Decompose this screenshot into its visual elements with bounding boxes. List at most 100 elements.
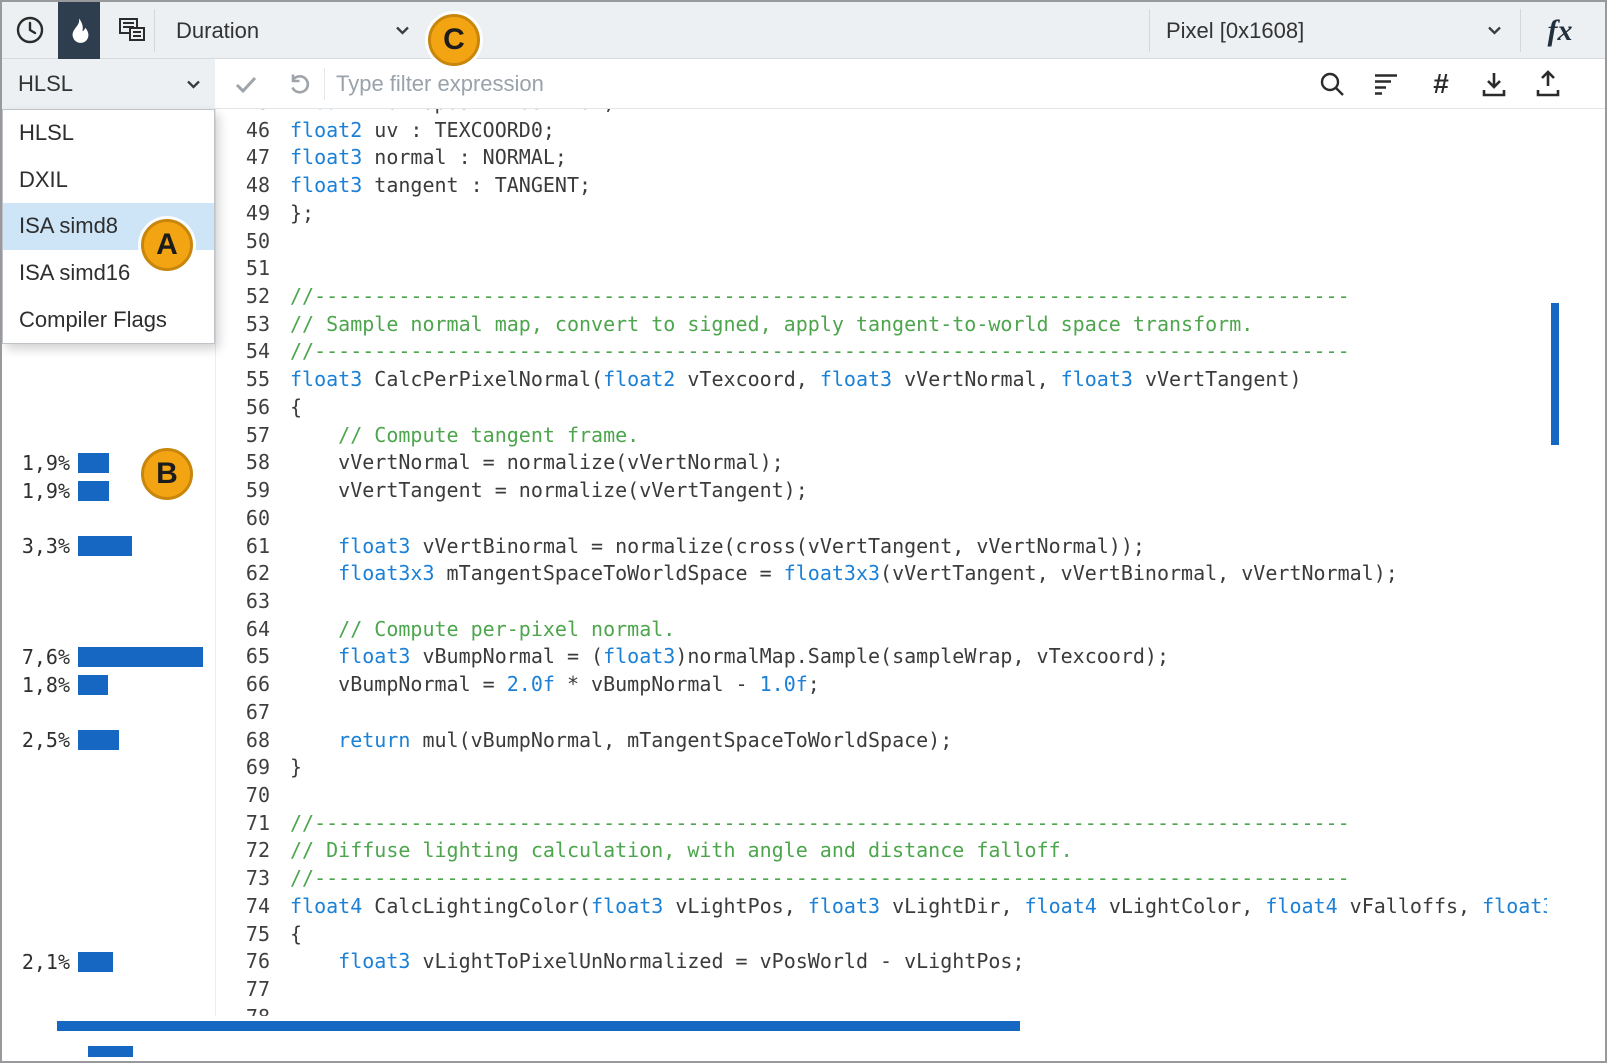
download-button[interactable] [1476, 66, 1512, 102]
code-text: // Compute tangent frame. [290, 422, 639, 450]
check-icon [233, 71, 259, 97]
code-text: // Compute per-pixel normal. [290, 616, 675, 644]
hotspot-bar [78, 453, 109, 473]
code-pane: 45float4 worldpos : POSITION;46float2 uv… [217, 109, 1547, 1016]
code-text: //--------------------------------------… [290, 338, 1350, 366]
code-line: 47float3 normal : NORMAL; [217, 144, 1547, 172]
code-line: 72 // Diffuse lighting calculation, with … [217, 837, 1547, 865]
duration-dropdown[interactable]: Duration [162, 2, 424, 59]
code-line: 64 // Compute per-pixel normal. [217, 616, 1547, 644]
hotspot-row[interactable]: 2,5% [2, 727, 215, 755]
code-text: //--------------------------------------… [290, 810, 1350, 838]
reset-filter-button[interactable] [282, 66, 318, 102]
hash-grid-icon: # [1433, 68, 1449, 100]
code-line: 66 vBumpNormal = 2.0f * vBumpNormal - 1.… [217, 671, 1547, 699]
hotspots-button[interactable] [58, 2, 100, 59]
search-button[interactable] [1314, 66, 1350, 102]
line-number: 68 [217, 727, 270, 755]
line-grid-button[interactable]: # [1423, 66, 1459, 102]
line-number: 57 [217, 422, 270, 450]
code-text: vBumpNormal = 2.0f * vBumpNormal - 1.0f; [290, 671, 820, 699]
line-number: 77 [217, 976, 270, 1004]
rail-divider [215, 109, 216, 1016]
code-line: 52//------------------------------------… [217, 283, 1547, 311]
hotspot-bar [78, 647, 203, 667]
line-number: 47 [217, 144, 270, 172]
registers-button[interactable] [112, 10, 152, 50]
apply-filter-button[interactable] [228, 66, 264, 102]
annotation-badge-c: C [428, 14, 480, 66]
line-number: 63 [217, 588, 270, 616]
export-button[interactable] [1530, 66, 1566, 102]
sort-button[interactable] [1368, 66, 1404, 102]
fx-icon: fx [1548, 14, 1573, 48]
line-number: 67 [217, 699, 270, 727]
line-number: 55 [217, 366, 270, 394]
hotspot-percent: 7,6% [18, 645, 70, 669]
filter-input[interactable] [336, 64, 1256, 104]
code-line: 54 //------------------------------------… [217, 338, 1547, 366]
hotspot-row[interactable]: 2,1% [2, 948, 215, 976]
line-number: 45 [217, 109, 270, 117]
hotspot-row[interactable]: 7,6% [2, 643, 215, 671]
code-text: //--------------------------------------… [290, 865, 1350, 893]
pixel-dropdown[interactable]: Pixel [0x1608] [1150, 2, 1516, 59]
toolbar-separator [154, 9, 155, 52]
hotspot-row[interactable]: 3,3% [2, 533, 215, 561]
code-text: float3x3 mTangentSpaceToWorldSpace = flo… [290, 560, 1398, 588]
line-number: 61 [217, 533, 270, 561]
language-menu-item[interactable]: HLSL [3, 110, 214, 157]
top-toolbar: Duration Pixel [0x1608] fx [2, 2, 1605, 59]
fx-button[interactable]: fx [1530, 2, 1590, 59]
hotspot-row[interactable]: 1,8% [2, 671, 215, 699]
hotspot-percent: 2,5% [18, 728, 70, 752]
line-number: 50 [217, 228, 270, 256]
code-text: // Sample normal map, convert to signed,… [290, 311, 1253, 339]
line-number: 46 [217, 117, 270, 145]
code-text: float4 CalcLightingColor(float3 vLightPo… [290, 893, 1547, 921]
code-line: 74float4 CalcLightingColor(float3 vLight… [217, 893, 1547, 921]
line-number: 70 [217, 782, 270, 810]
language-menu-item[interactable]: Compiler Flags [3, 296, 214, 343]
line-number: 54 [217, 338, 270, 366]
code-text: float4 worldpos : POSITION; [290, 109, 615, 117]
line-number: 60 [217, 505, 270, 533]
code-text: vVertNormal = normalize(vVertNormal); [290, 449, 784, 477]
code-text: { [290, 394, 302, 422]
chevron-down-icon [1487, 26, 1502, 35]
language-menu-item[interactable]: DXIL [3, 157, 214, 204]
annotation-badge-b: B [141, 448, 193, 500]
code-line: 45 float4 worldpos : POSITION; [217, 109, 1547, 117]
code-line: 57 // Compute tangent frame. [217, 422, 1547, 450]
code-line: 58 vVertNormal = normalize(vVertNormal); [217, 449, 1547, 477]
code-text: vVertTangent = normalize(vVertTangent); [290, 477, 808, 505]
code-line: 68 return mul(vBumpNormal, mTangentSpace… [217, 727, 1547, 755]
rail-scrollbar-thumb[interactable] [88, 1046, 133, 1057]
line-number: 73 [217, 865, 270, 893]
code-text: // Diffuse lighting calculation, with an… [290, 837, 1073, 865]
language-selected-label: HLSL [18, 71, 73, 97]
vertical-scrollbar-thumb[interactable] [1551, 303, 1559, 445]
line-number: 56 [217, 394, 270, 422]
chevron-down-icon [186, 80, 201, 89]
annotation-badge-a: A [141, 219, 193, 271]
history-button[interactable] [10, 10, 50, 50]
line-number: 72 [217, 837, 270, 865]
hotspot-bar [78, 952, 113, 972]
download-icon [1479, 69, 1509, 99]
line-number: 76 [217, 948, 270, 976]
hotspot-bar [78, 536, 132, 556]
language-dropdown[interactable]: HLSL [2, 59, 215, 109]
pixel-label: Pixel [0x1608] [1166, 18, 1304, 44]
code-text: } [290, 754, 302, 782]
code-line: 75{ [217, 921, 1547, 949]
code-text: { [290, 921, 302, 949]
horizontal-scrollbar-thumb[interactable] [57, 1021, 1020, 1031]
source-pane: 1,9%1,9%3,3%7,6%1,8%2,5%2,1% 45float4 wo… [2, 109, 1605, 1016]
code-line: 76 float3 vLightToPixelUnNormalized = vP… [217, 948, 1547, 976]
code-line: 60 [217, 505, 1547, 533]
toolbar-separator [324, 68, 325, 100]
code-text: float3 CalcPerPixelNormal(float2 vTexcoo… [290, 366, 1301, 394]
code-text: float3 vBumpNormal = (float3)normalMap.S… [290, 643, 1169, 671]
code-line: 62 float3x3 mTangentSpaceToWorldSpace = … [217, 560, 1547, 588]
